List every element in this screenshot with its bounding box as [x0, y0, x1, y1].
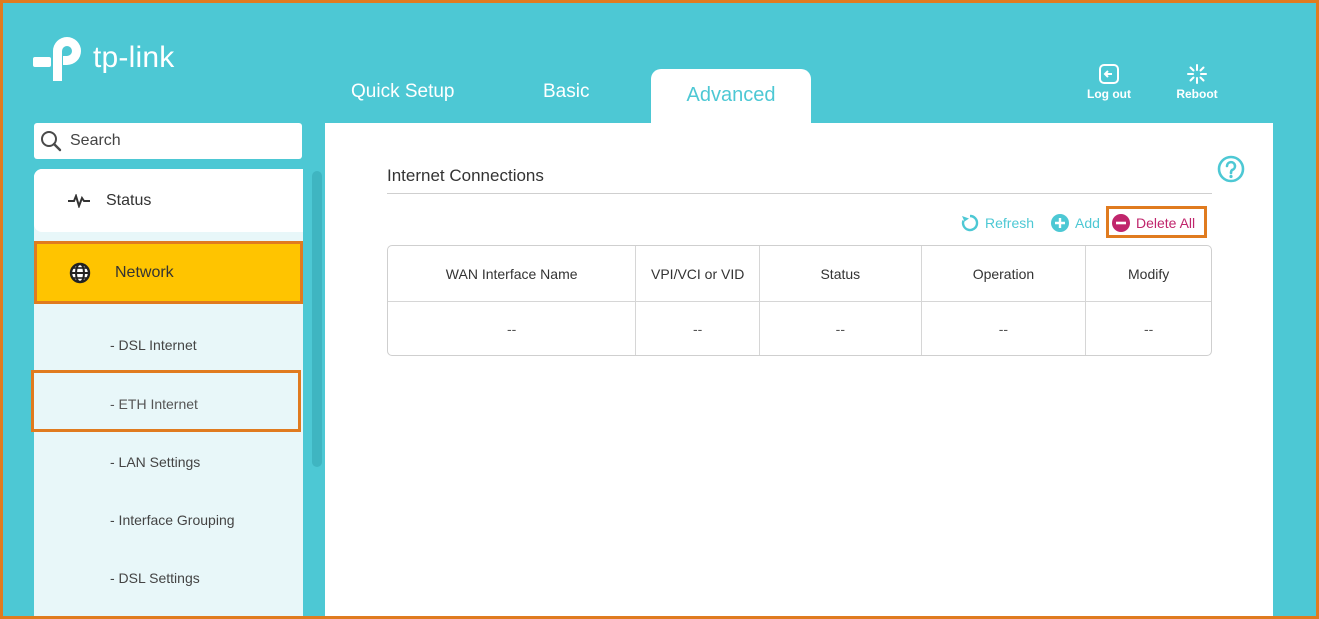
help-icon[interactable]: [1217, 155, 1245, 183]
section-divider: [387, 193, 1212, 194]
internet-connections-table: WAN Interface Name VPI/VCI or VID Status…: [387, 245, 1212, 356]
sidebar-item-label: Network: [115, 263, 174, 281]
table-cell: --: [922, 302, 1087, 355]
sidebar-item-label: Status: [106, 191, 152, 209]
refresh-icon: [961, 214, 979, 232]
reboot-icon: [1187, 64, 1207, 84]
add-button[interactable]: Add: [1050, 213, 1100, 233]
search-input[interactable]: [68, 131, 292, 151]
sidebar-subitem-dsl-settings[interactable]: - DSL Settings: [110, 570, 200, 586]
brand-name: tp-link: [93, 41, 175, 74]
logout-icon: [1099, 64, 1119, 84]
column-header: WAN Interface Name: [388, 246, 637, 302]
table-cell: --: [636, 302, 761, 355]
tab-basic[interactable]: Basic: [543, 81, 589, 103]
table-cell: --: [760, 302, 922, 355]
column-header: Modify: [1086, 246, 1211, 302]
globe-icon: [69, 262, 91, 283]
reboot-button[interactable]: Reboot: [1173, 63, 1221, 101]
add-icon: [1051, 214, 1069, 232]
add-label: Add: [1075, 215, 1100, 231]
column-header: VPI/VCI or VID: [636, 246, 761, 302]
tab-advanced[interactable]: Advanced: [651, 69, 811, 123]
sidebar-subitem-dsl-internet[interactable]: - DSL Internet: [110, 337, 197, 353]
table-cell: --: [1143, 320, 1154, 337]
sidebar-subitem-interface-grouping[interactable]: - Interface Grouping: [110, 512, 235, 528]
brand-logo: tp-link: [33, 37, 174, 87]
sidebar-scrollbar[interactable]: [312, 171, 322, 467]
tab-quick-setup[interactable]: Quick Setup: [351, 81, 455, 103]
sidebar-item-status[interactable]: Status: [34, 169, 303, 232]
column-header: Status: [760, 246, 922, 302]
sidebar-subitem-lan-settings[interactable]: - LAN Settings: [110, 454, 200, 470]
search-icon: [41, 131, 62, 152]
sidebar-item-network[interactable]: Network: [34, 241, 303, 304]
search-box[interactable]: [34, 123, 302, 159]
table-cell: --: [388, 302, 637, 355]
logout-button[interactable]: Log out: [1085, 63, 1133, 101]
tp-link-logo-icon: [33, 37, 89, 87]
app-frame: tp-link Quick Setup Basic Advanced Log o…: [0, 0, 1319, 619]
pulse-icon: [68, 193, 90, 208]
section-title: Internet Connections: [387, 166, 544, 185]
delete-all-label: Delete All: [1136, 215, 1196, 231]
table-header-row: WAN Interface Name VPI/VCI or VID Status…: [388, 246, 1211, 302]
delete-all-button[interactable]: Delete All: [1111, 213, 1195, 233]
reboot-label: Reboot: [1176, 87, 1218, 101]
refresh-button[interactable]: Refresh: [960, 213, 1034, 233]
main-content: [325, 123, 1273, 616]
refresh-label: Refresh: [985, 215, 1035, 231]
table-row: -- -- -- -- --: [388, 302, 1211, 355]
logout-label: Log out: [1087, 87, 1131, 101]
sidebar-subitem-eth-internet[interactable]: - ETH Internet: [110, 396, 198, 412]
delete-icon: [1112, 214, 1130, 232]
column-header: Operation: [921, 246, 1087, 302]
